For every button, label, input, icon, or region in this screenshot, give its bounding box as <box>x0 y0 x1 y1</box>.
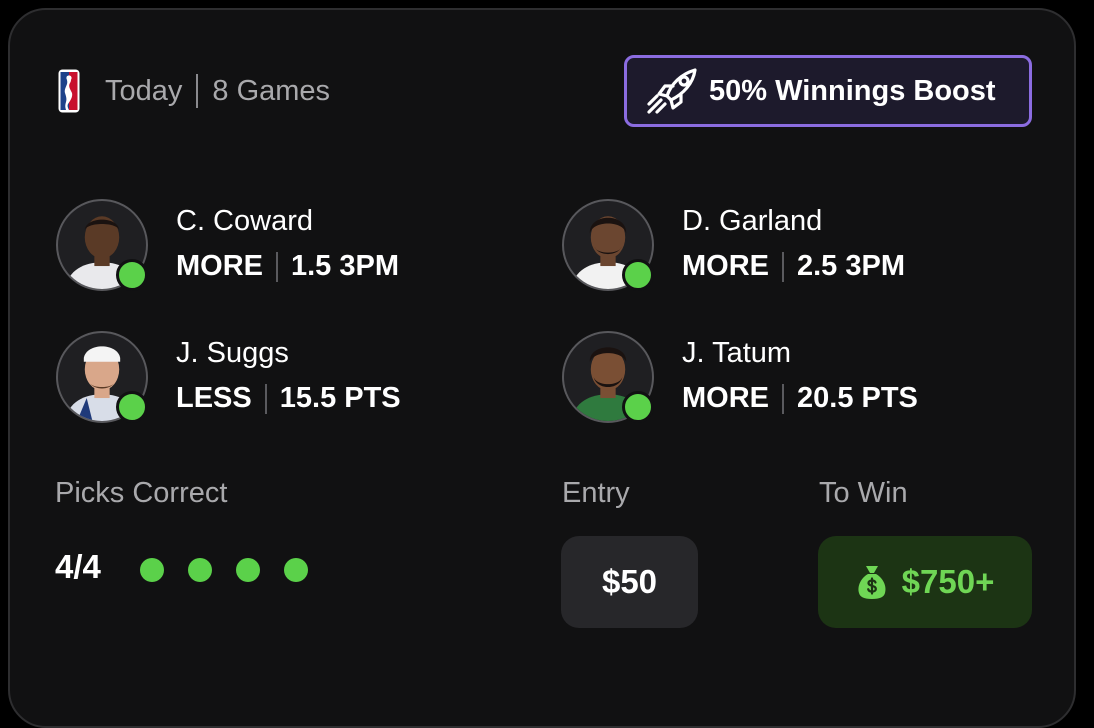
money-bag-icon <box>858 566 886 599</box>
status-dot <box>622 259 654 291</box>
player-name: C. Coward <box>176 205 313 237</box>
pick-item[interactable]: C. Coward MORE 1.5 3PM <box>56 199 516 299</box>
pick-divider <box>276 251 278 282</box>
status-dot <box>116 259 148 291</box>
status-dot <box>116 391 148 423</box>
status-dot <box>622 391 654 423</box>
pick-line: 15.5 PTS <box>279 382 401 414</box>
correct-pick-dot <box>236 558 260 582</box>
pick-item[interactable]: J. Tatum MORE 20.5 PTS <box>562 331 1022 431</box>
picks-correct-value: 4/4 <box>55 548 101 585</box>
to-win-label: To Win <box>819 477 908 509</box>
entry-amount: $50 <box>561 536 698 628</box>
pick-divider <box>782 251 784 282</box>
pick-item[interactable]: D. Garland MORE 2.5 3PM <box>562 199 1022 299</box>
player-name: J. Suggs <box>176 337 289 369</box>
boost-label: 50% Winnings Boost <box>709 74 996 107</box>
pick-item[interactable]: J. Suggs LESS 15.5 PTS <box>56 331 516 431</box>
player-name: D. Garland <box>682 205 823 237</box>
pick-line: 20.5 PTS <box>797 382 918 414</box>
games-count: 8 Games <box>212 74 331 107</box>
pick-direction: MORE <box>682 382 769 414</box>
rocket-icon <box>647 68 697 114</box>
day-label: Today <box>105 74 183 107</box>
league-header: Today 8 Games <box>58 60 330 122</box>
pick-direction: MORE <box>176 250 263 282</box>
nba-logo-icon <box>58 69 80 113</box>
picks-correct-label: Picks Correct <box>55 477 228 509</box>
entry-label: Entry <box>562 477 630 509</box>
pick-divider <box>782 383 784 414</box>
header-divider <box>196 74 199 108</box>
correct-pick-dot <box>284 558 308 582</box>
to-win-value: $750+ <box>901 563 995 600</box>
correct-pick-dot <box>188 558 212 582</box>
pick-direction: MORE <box>682 250 769 282</box>
to-win-amount: $750+ <box>818 536 1032 628</box>
pick-line: 1.5 3PM <box>291 250 399 282</box>
pick-direction: LESS <box>176 382 252 414</box>
correct-dots <box>140 558 332 582</box>
player-name: J. Tatum <box>682 337 792 369</box>
winnings-boost-badge[interactable]: 50% Winnings Boost <box>624 55 1032 127</box>
pick-line: 2.5 3PM <box>797 250 905 282</box>
correct-pick-dot <box>140 558 164 582</box>
pick-divider <box>264 383 267 414</box>
